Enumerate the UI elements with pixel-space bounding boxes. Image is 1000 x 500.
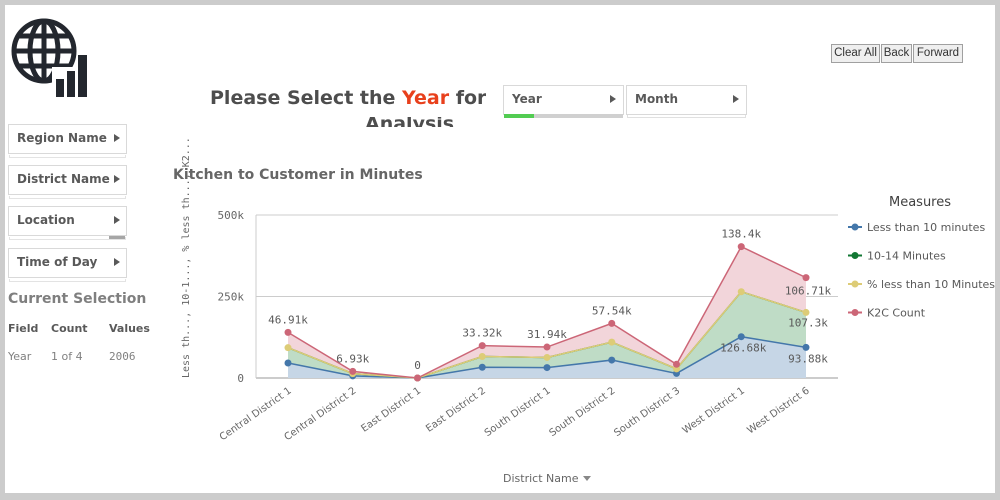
data-point[interactable] — [543, 343, 551, 351]
data-point[interactable] — [802, 343, 810, 351]
y-tick-label: 250k — [218, 291, 245, 304]
stacked-area-chart: 0 250k 500k Less th..., 10-1..., % less th.… — [181, 137, 995, 485]
x-axis-title[interactable]: District Name — [503, 472, 579, 485]
data-point[interactable] — [608, 356, 616, 364]
data-label: 33.32k — [462, 327, 502, 340]
data-point[interactable] — [543, 353, 551, 361]
x-tick-label: Central District 2 — [282, 385, 358, 443]
legend-item[interactable]: Less than 10 minutes — [867, 221, 985, 234]
data-label: 46.91k — [268, 313, 308, 326]
data-point[interactable] — [543, 364, 551, 372]
legend-marker-icon — [851, 280, 859, 288]
legend-item[interactable]: 10-14 Minutes — [867, 250, 946, 263]
x-tick-label: South District 2 — [548, 385, 618, 439]
legend-item[interactable]: % less than 10 Minutes — [867, 278, 995, 291]
data-label: 126.68k — [720, 342, 767, 355]
data-label: 138.4k — [721, 228, 761, 241]
data-label: 93.88k — [788, 352, 828, 365]
data-point[interactable] — [673, 360, 680, 368]
y-tick-label: 500k — [218, 209, 245, 222]
data-point[interactable] — [802, 274, 810, 282]
x-tick-label: East District 2 — [424, 385, 488, 434]
app-frame: Region Name District Name Location Time … — [5, 5, 995, 493]
data-point[interactable] — [349, 367, 357, 375]
data-point[interactable] — [737, 243, 745, 251]
data-label: 106.71k — [785, 285, 832, 298]
legend-item[interactable]: K2C Count — [867, 307, 926, 320]
x-tick-label: West District 1 — [681, 385, 747, 436]
data-point[interactable] — [284, 328, 292, 336]
data-point[interactable] — [608, 338, 616, 346]
data-point[interactable] — [478, 363, 486, 371]
legend-marker-icon — [851, 252, 859, 259]
x-tick-label: East District 1 — [359, 385, 423, 434]
data-point[interactable] — [414, 374, 421, 382]
data-point[interactable] — [284, 359, 292, 367]
x-tick-label: South District 3 — [612, 385, 682, 439]
data-label: 6.93k — [336, 352, 369, 365]
data-point[interactable] — [737, 288, 745, 296]
data-label: 57.54k — [592, 304, 632, 317]
y-tick-label: 0 — [237, 372, 244, 385]
data-point[interactable] — [284, 344, 292, 352]
y-axis-label: Less th..., 10-1..., % less th..., K2... — [181, 137, 192, 378]
data-label: 107.3k — [788, 316, 828, 329]
data-label: 0 — [414, 359, 421, 372]
data-point[interactable] — [737, 333, 745, 341]
x-tick-label: West District 6 — [745, 385, 811, 436]
data-point[interactable] — [802, 308, 810, 316]
data-label: 31.94k — [527, 328, 567, 341]
legend-title: Measures — [889, 195, 951, 210]
dropdown-arrow-icon[interactable] — [583, 476, 591, 481]
legend-marker-icon — [851, 309, 859, 316]
x-tick-label: South District 1 — [483, 385, 553, 439]
data-point[interactable] — [478, 352, 486, 360]
data-point[interactable] — [608, 319, 616, 327]
legend-marker-icon — [851, 223, 859, 231]
data-point[interactable] — [478, 342, 486, 350]
